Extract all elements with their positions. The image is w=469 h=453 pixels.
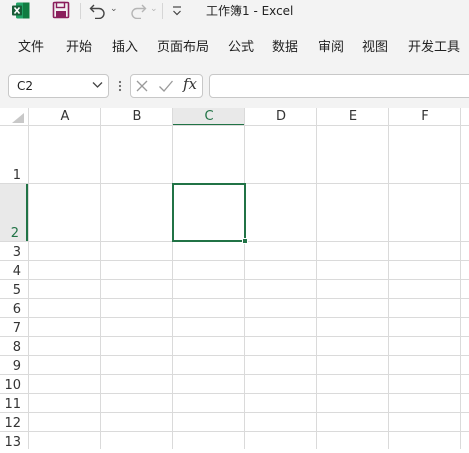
row-header-3[interactable]: 3 (0, 242, 28, 260)
column-header-c[interactable]: C (173, 108, 245, 126)
column-header-b[interactable]: B (101, 108, 173, 126)
row-header-1[interactable]: 1 (0, 126, 28, 183)
select-all-triangle-icon[interactable] (12, 113, 24, 123)
save-icon[interactable] (52, 1, 70, 19)
selected-cell-c2[interactable] (172, 183, 246, 242)
gridline (0, 317, 469, 318)
row-header-8[interactable]: 8 (0, 337, 28, 355)
column-header-f[interactable]: F (389, 108, 461, 126)
row-header-7[interactable]: 7 (0, 318, 28, 336)
row-header-12[interactable]: 12 (0, 413, 28, 431)
column-header-d[interactable]: D (245, 108, 317, 126)
formula-input[interactable] (209, 74, 469, 98)
tab-home[interactable]: 开始 (66, 39, 92, 57)
window-title: 工作簿1 - Excel (206, 4, 294, 18)
tab-page-layout[interactable]: 页面布局 (157, 39, 209, 57)
column-header-e[interactable]: E (317, 108, 389, 126)
tab-view[interactable]: 视图 (362, 39, 388, 57)
name-box[interactable]: C2 (8, 74, 109, 98)
redo-icon[interactable] (128, 1, 148, 19)
tab-data[interactable]: 数据 (272, 39, 298, 57)
row-header-13[interactable]: 13 (0, 432, 28, 450)
toolbar-separator (80, 3, 81, 19)
undo-icon[interactable] (88, 1, 108, 19)
gridline (0, 260, 469, 261)
gridline (0, 374, 469, 375)
gridline (0, 431, 469, 432)
tab-insert[interactable]: 插入 (112, 39, 138, 57)
gridline (0, 279, 469, 280)
row-header-2[interactable]: 2 (0, 184, 28, 241)
row-header-4[interactable]: 4 (0, 261, 28, 279)
row-header-10[interactable]: 10 (0, 375, 28, 393)
excel-app-icon (12, 2, 30, 19)
fill-handle[interactable] (242, 238, 248, 244)
tab-formulas[interactable]: 公式 (228, 39, 254, 57)
more-options-icon[interactable] (117, 78, 123, 94)
undo-dropdown-chevron-icon[interactable]: ⌄ (110, 4, 118, 14)
gridline (0, 393, 469, 394)
row-header-9[interactable]: 9 (0, 356, 28, 374)
cancel-x-icon[interactable] (135, 79, 149, 93)
tab-review[interactable]: 审阅 (318, 39, 344, 57)
row-header-5[interactable]: 5 (0, 280, 28, 298)
tab-developer[interactable]: 开发工具 (408, 39, 460, 57)
gridline (0, 336, 469, 337)
redo-dropdown-chevron-icon[interactable]: ⌄ (150, 4, 158, 14)
enter-check-icon[interactable] (158, 79, 174, 93)
row-header-6[interactable]: 6 (0, 299, 28, 317)
gridline (0, 298, 469, 299)
gridline (0, 355, 469, 356)
row-header-11[interactable]: 11 (0, 394, 28, 412)
column-header-a[interactable]: A (29, 108, 101, 126)
gridline (0, 125, 469, 126)
gridline (0, 412, 469, 413)
tab-file[interactable]: 文件 (18, 39, 44, 57)
name-box-value: C2 (17, 79, 34, 93)
fx-icon[interactable]: fx (183, 75, 197, 93)
customize-quick-access-icon[interactable] (170, 2, 184, 18)
chevron-down-icon[interactable] (92, 81, 103, 89)
toolbar-separator (162, 3, 163, 19)
